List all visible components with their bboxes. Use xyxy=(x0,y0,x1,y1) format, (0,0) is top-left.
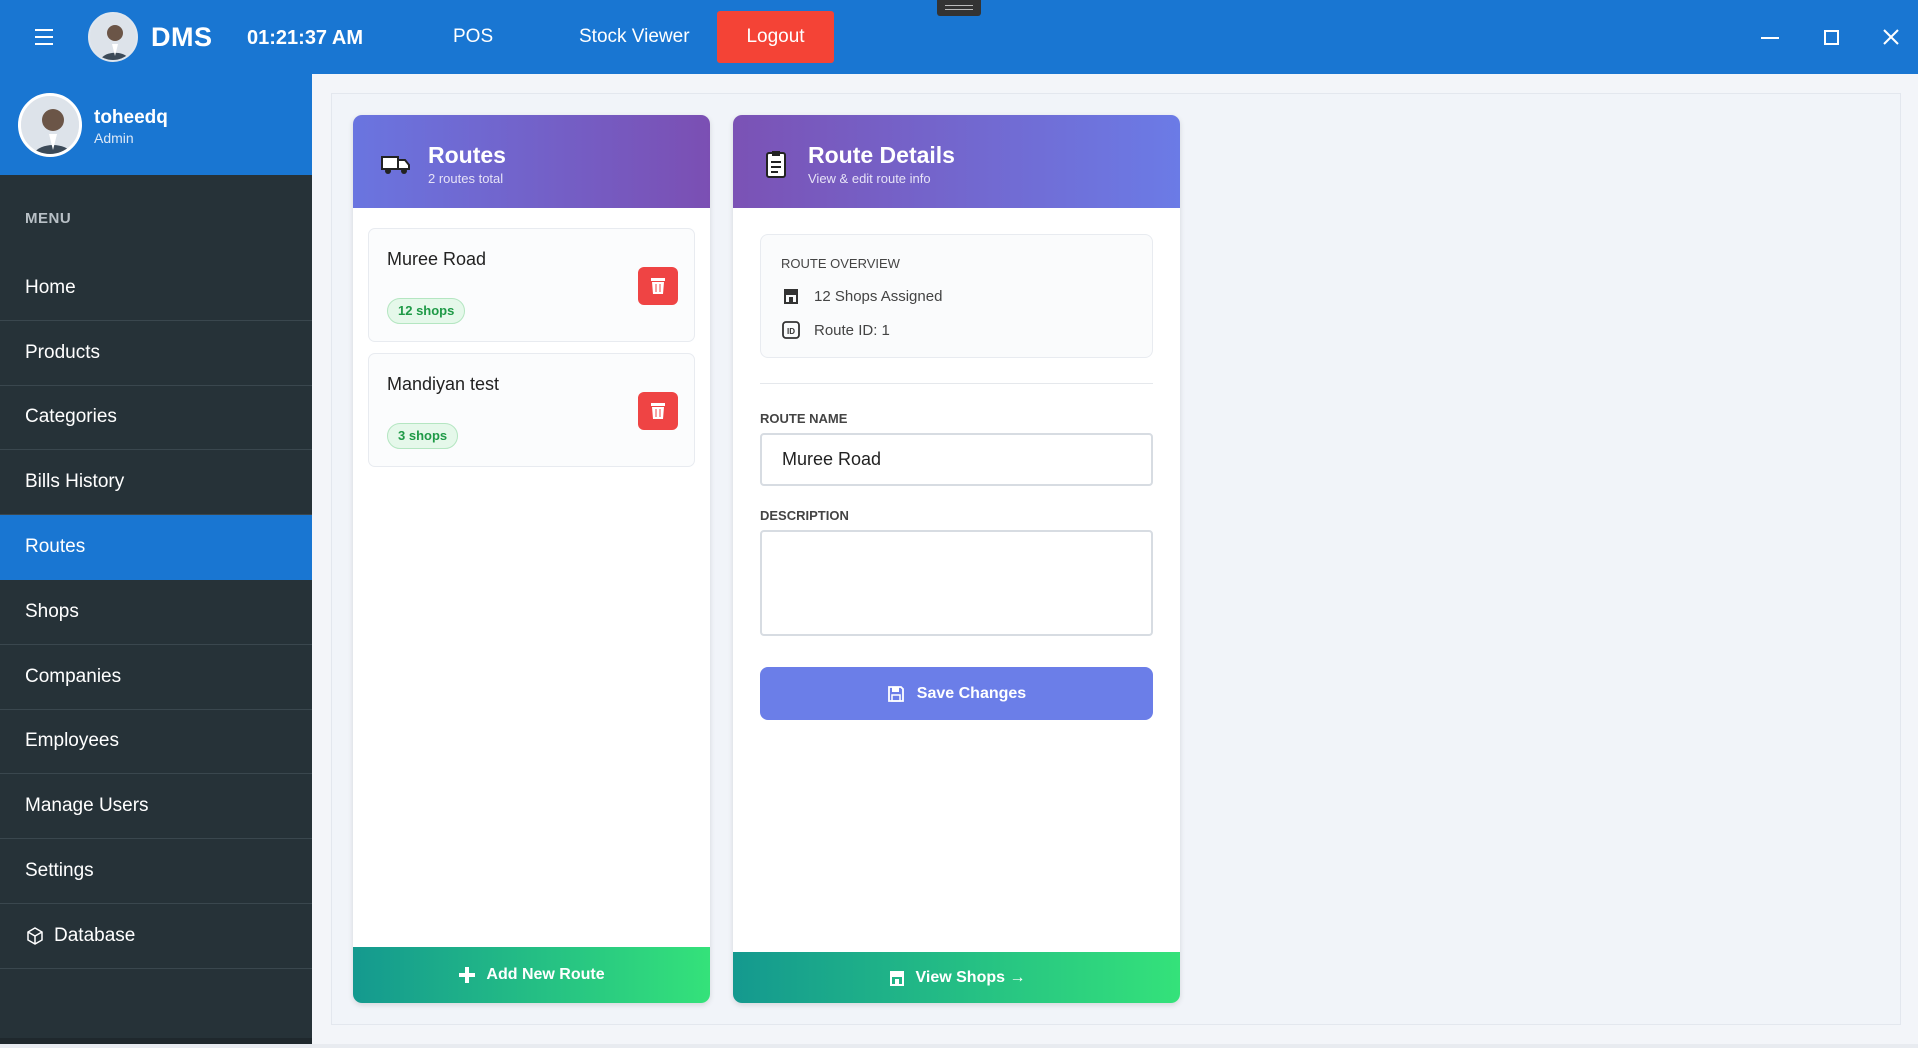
clock: 01:21:37 AM xyxy=(247,27,363,49)
svg-text:ID: ID xyxy=(787,327,795,336)
user-name: toheedq xyxy=(94,107,168,128)
sidebar-item-shops[interactable]: Shops xyxy=(0,580,312,645)
sidebar-item-home[interactable]: Home xyxy=(0,256,312,321)
sidebar-item-label: Products xyxy=(25,341,100,363)
store-icon xyxy=(784,289,798,304)
maximize-icon[interactable] xyxy=(1816,22,1846,52)
sidebar-item-label: Routes xyxy=(25,536,86,558)
sidebar-item-products[interactable]: Products xyxy=(0,321,312,386)
plus-icon xyxy=(459,967,476,983)
sidebar-item-label: Bills History xyxy=(25,471,125,493)
description-label: DESCRIPTION xyxy=(760,508,849,523)
id-icon: ID xyxy=(782,321,800,339)
brand-avatar xyxy=(88,12,138,62)
delete-route-button[interactable] xyxy=(638,392,678,430)
logout-button[interactable]: Logout xyxy=(717,11,834,63)
trash-icon xyxy=(651,403,665,419)
sidebar-item-database[interactable]: Database xyxy=(0,904,312,969)
details-subtitle: View & edit route info xyxy=(808,171,931,186)
store-icon xyxy=(889,970,904,986)
routes-panel: Routes 2 routes total Muree Road 12 shop… xyxy=(353,115,710,1003)
sidebar-item-label: Manage Users xyxy=(25,795,149,817)
sidebar: toheedq Admin MENU Home Products Categor… xyxy=(0,74,312,1044)
description-input[interactable] xyxy=(760,530,1153,636)
truck-icon xyxy=(381,156,410,174)
clipboard-icon xyxy=(766,151,786,178)
sidebar-menu: Home Products Categories Bills History R… xyxy=(0,256,312,969)
view-shops-label: View Shops → xyxy=(915,968,1026,986)
avatar xyxy=(18,93,82,157)
view-shops-button[interactable]: View Shops → xyxy=(733,952,1180,1003)
hamburger-menu-icon[interactable] xyxy=(30,24,58,52)
sidebar-item-manage-users[interactable]: Manage Users xyxy=(0,774,312,840)
sidebar-item-label: Home xyxy=(25,276,76,298)
cube-icon xyxy=(27,926,43,945)
pos-button[interactable]: POS xyxy=(453,26,493,48)
details-title: Route Details xyxy=(808,142,955,168)
brand-name: DMS xyxy=(151,22,213,52)
add-route-label: Add New Route xyxy=(486,966,605,983)
route-overview: ROUTE OVERVIEW 12 Shops Assigned ID Rout… xyxy=(760,234,1153,358)
bottom-edge xyxy=(0,1044,1918,1048)
route-id-row: ID Route ID: 1 xyxy=(781,320,890,340)
list-item[interactable]: Muree Road 12 shops xyxy=(368,228,695,342)
stock-viewer-button[interactable]: Stock Viewer xyxy=(579,26,690,48)
sidebar-item-routes[interactable]: Routes xyxy=(0,515,312,580)
routes-subtitle: 2 routes total xyxy=(428,171,504,186)
minimize-icon[interactable] xyxy=(1755,22,1785,52)
sidebar-item-settings[interactable]: Settings xyxy=(0,839,312,904)
sidebar-item-label: Companies xyxy=(25,665,122,687)
trash-icon xyxy=(651,278,665,294)
shops-assigned-row: 12 Shops Assigned xyxy=(781,286,942,306)
overview-title: ROUTE OVERVIEW xyxy=(781,256,900,271)
list-item[interactable]: Mandiyan test 3 shops xyxy=(368,353,695,467)
details-header: Route Details View & edit route info xyxy=(733,115,1180,208)
delete-route-button[interactable] xyxy=(638,267,678,305)
menu-label: MENU xyxy=(25,210,72,227)
sidebar-item-bills-history[interactable]: Bills History xyxy=(0,450,312,516)
user-profile: toheedq Admin xyxy=(0,74,312,175)
routes-title: Routes xyxy=(428,142,506,168)
route-id: Route ID: 1 xyxy=(814,321,890,339)
sidebar-item-companies[interactable]: Companies xyxy=(0,645,312,710)
routes-header: Routes 2 routes total xyxy=(353,115,710,208)
sidebar-item-label: Employees xyxy=(25,730,119,752)
add-route-button[interactable]: Add New Route xyxy=(353,947,710,1003)
route-name: Mandiyan test xyxy=(387,374,500,394)
close-icon[interactable] xyxy=(1876,22,1906,52)
sidebar-item-label: Categories xyxy=(25,406,117,428)
save-changes-label: Save Changes xyxy=(916,684,1027,702)
route-name: Muree Road xyxy=(387,249,487,269)
drag-handle[interactable] xyxy=(937,0,981,16)
user-role: Admin xyxy=(94,130,134,146)
shop-count-badge: 12 shops xyxy=(387,298,466,324)
shop-count-badge: 3 shops xyxy=(387,423,459,449)
route-name-label: ROUTE NAME xyxy=(760,411,848,426)
sidebar-item-label: Settings xyxy=(25,860,94,882)
divider xyxy=(760,383,1153,384)
shops-assigned: 12 Shops Assigned xyxy=(814,287,943,305)
sidebar-item-label: Shops xyxy=(25,600,79,622)
sidebar-item-label: Database xyxy=(54,924,136,946)
sidebar-item-employees[interactable]: Employees xyxy=(0,710,312,775)
save-changes-button[interactable]: Save Changes xyxy=(760,667,1153,720)
route-details-panel: Route Details View & edit route info ROU… xyxy=(733,115,1180,1003)
sidebar-item-categories[interactable]: Categories xyxy=(0,386,312,451)
route-name-input[interactable] xyxy=(760,433,1153,486)
save-icon xyxy=(887,685,904,702)
top-bar: DMS 01:21:37 AM POS Stock Viewer Logout xyxy=(0,0,1918,74)
